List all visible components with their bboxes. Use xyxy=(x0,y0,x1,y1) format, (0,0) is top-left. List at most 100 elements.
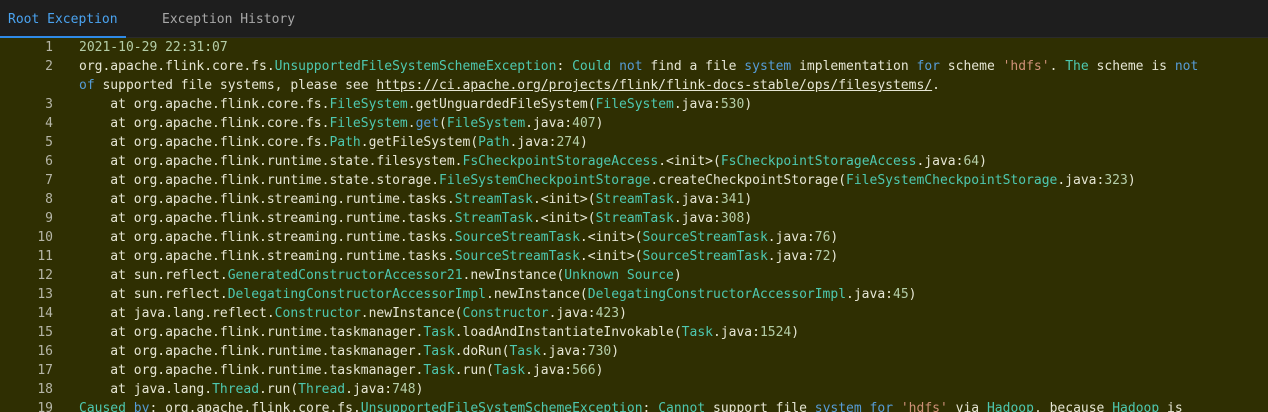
code-token: 'hdfs' xyxy=(1002,59,1050,74)
code-token: by xyxy=(133,401,150,412)
code-line: 4 at org.apache.flink.core.fs.FileSystem… xyxy=(0,114,1268,133)
code-token: .newInstance( xyxy=(486,287,588,302)
code-token: ) xyxy=(744,192,753,207)
code-token: Cannot xyxy=(658,401,706,412)
line-number: 2 xyxy=(45,59,53,74)
code-token: not xyxy=(619,59,643,74)
code-token: scheme is xyxy=(1088,59,1175,74)
code-token: Task xyxy=(423,363,455,378)
code-token: FileSystem xyxy=(329,116,408,131)
code-token: 72 xyxy=(814,249,831,264)
code-token: 76 xyxy=(814,230,831,245)
code-token: .run( xyxy=(259,382,299,397)
code-token: at org.apache.flink.streaming.runtime.ta… xyxy=(79,211,455,226)
code-token: at org.apache.flink.core.fs. xyxy=(79,135,330,150)
code-line: 17 at org.apache.flink.runtime.taskmanag… xyxy=(0,361,1268,380)
code-token: ) xyxy=(1127,173,1136,188)
docs-link[interactable]: https://ci.apache.org/projects/flink/fli… xyxy=(376,78,932,93)
code-token: ) xyxy=(595,116,604,131)
code-token: . xyxy=(932,78,940,93)
code-token: FileSystem xyxy=(329,97,408,112)
code-token: at org.apache.flink.core.fs. xyxy=(79,97,330,112)
code-token: 323 xyxy=(1104,173,1128,188)
line-number: 8 xyxy=(45,192,53,207)
code-token: .java: xyxy=(525,363,573,378)
code-token: .java: xyxy=(540,344,588,359)
line-number: 13 xyxy=(37,287,53,302)
exception-code-viewer[interactable]: 1 2021-10-29 22:31:07 2 org.apache.flink.co… xyxy=(0,38,1268,412)
code-token: 45 xyxy=(893,287,909,302)
code-token: FileSystemCheckpointStorage xyxy=(846,173,1058,188)
code-token: at org.apache.flink.core.fs. xyxy=(79,116,330,131)
code-token: Task xyxy=(423,325,455,340)
code-token: .java: xyxy=(673,97,721,112)
code-token: .java: xyxy=(1057,173,1105,188)
code-token: ) xyxy=(744,211,753,226)
code-token: at java.lang. xyxy=(79,382,213,397)
line-text: org.apache.flink.core.fs.UnsupportedFile… xyxy=(79,57,1198,76)
line-text: at org.apache.flink.core.fs.Path.getFile… xyxy=(79,133,588,152)
line-number: 19 xyxy=(37,401,53,412)
code-token: implementation xyxy=(791,59,917,74)
code-line: 12 at sun.reflect.GeneratedConstructorAc… xyxy=(0,266,1268,285)
line-text: at org.apache.flink.core.fs.FileSystem.g… xyxy=(79,95,752,114)
code-token: ) xyxy=(744,97,753,112)
code-token: ) xyxy=(619,306,627,321)
code-line: 19 Caused by: org.apache.flink.core.fs.Un… xyxy=(0,399,1268,412)
line-number: 5 xyxy=(45,135,53,150)
line-number: 17 xyxy=(37,363,53,378)
code-token: UnsupportedFileSystemSchemeException xyxy=(360,401,643,412)
tab-exception-history[interactable]: Exception History xyxy=(162,0,295,38)
code-token: ) xyxy=(611,344,620,359)
code-token: 2021-10-29 22:31:07 xyxy=(79,40,228,55)
code-token: at java.lang.reflect. xyxy=(79,306,275,321)
code-token: 64 xyxy=(963,154,980,169)
code-token: Thread xyxy=(212,382,260,397)
tab-root-exception[interactable]: Root Exception xyxy=(0,0,126,38)
code-token: 566 xyxy=(572,363,596,378)
code-token: ) xyxy=(830,230,839,245)
code-token: 341 xyxy=(720,192,745,207)
code-token: SourceStreamTask xyxy=(642,249,768,264)
code-token: Task xyxy=(509,344,541,359)
code-token: 530 xyxy=(720,97,745,112)
code-token: Hadoop xyxy=(986,401,1034,412)
code-token: 407 xyxy=(572,116,596,131)
code-token: StreamTask xyxy=(454,211,533,226)
code-token: .java: xyxy=(548,306,596,321)
line-text: at org.apache.flink.core.fs.FileSystem.g… xyxy=(79,114,603,133)
code-token: Constructor xyxy=(274,306,361,321)
code-line: 1 2021-10-29 22:31:07 xyxy=(0,38,1268,57)
line-text: at sun.reflect.GeneratedConstructorAcces… xyxy=(79,266,681,285)
code-line: 5 at org.apache.flink.core.fs.Path.getFi… xyxy=(0,133,1268,152)
code-token: scheme xyxy=(939,59,1003,74)
code-token: Task xyxy=(423,344,455,359)
code-token: ) xyxy=(908,287,917,302)
line-number: 9 xyxy=(45,211,53,226)
line-number: 6 xyxy=(45,154,53,169)
code-token: The xyxy=(1065,59,1089,74)
code-token: system xyxy=(744,59,792,74)
line-text: of supported file systems, please see ht… xyxy=(79,76,940,95)
code-token: ( xyxy=(439,116,447,131)
code-token: .java: xyxy=(673,211,721,226)
line-number: 12 xyxy=(37,268,53,283)
code-line: 14 at java.lang.reflect.Constructor.newI… xyxy=(0,304,1268,323)
code-token: 274 xyxy=(556,135,580,150)
code-token: at org.apache.flink.streaming.runtime.ta… xyxy=(79,230,455,245)
code-token: .java: xyxy=(673,192,721,207)
code-token: .run( xyxy=(454,363,494,378)
line-text: at org.apache.flink.runtime.state.storag… xyxy=(79,171,1136,190)
code-token: get xyxy=(415,116,440,131)
code-line: 7 at org.apache.flink.runtime.state.stor… xyxy=(0,171,1268,190)
code-token: StreamTask xyxy=(595,211,674,226)
code-token: at org.apache.flink.streaming.runtime.ta… xyxy=(79,192,455,207)
code-line: 10 at org.apache.flink.streaming.runtime… xyxy=(0,228,1268,247)
code-token: SourceStreamTask xyxy=(454,230,580,245)
line-text: at org.apache.flink.streaming.runtime.ta… xyxy=(79,190,752,209)
code-token: ) xyxy=(791,325,800,340)
code-token: at org.apache.flink.runtime.taskmanager. xyxy=(79,363,424,378)
code-token: .doRun( xyxy=(454,344,510,359)
code-token: ) xyxy=(579,135,588,150)
